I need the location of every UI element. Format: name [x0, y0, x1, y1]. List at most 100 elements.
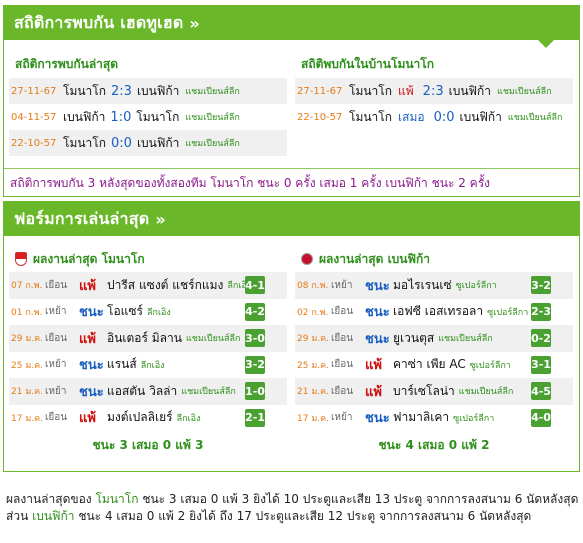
league-label: แชมเปียนส์ลีก [185, 87, 240, 97]
benfica-form-column: ผลงานล่าสุด เบนฟิก้า 08 ก.พ. เหย้า ชนะ มอไร… [295, 246, 573, 459]
score-badge[interactable]: 4-5 [531, 382, 551, 401]
match-outcome: แพ้ [365, 358, 382, 374]
team-link-benfica[interactable]: เบนฟิก้า [32, 509, 74, 523]
away-team[interactable]: เบนฟิก้า [449, 82, 491, 101]
h2h-header[interactable]: สถิติการพบกัน เฮดทูเฮด » [4, 6, 579, 48]
benfica-form-label: ผลงานล่าสุด เบนฟิก้า [319, 251, 430, 266]
opponent-team[interactable]: ยูเวนตุส [393, 329, 434, 348]
h2h-home-row[interactable]: 27-11-67 โมนาโก แพ้ 2:3 เบนฟิก้า แชมเปียนส์ลี… [295, 78, 573, 104]
h2h-recent-title: สถิติการพบกันล่าสุด [15, 56, 119, 71]
opponent-team[interactable]: แรนส์ [107, 355, 137, 374]
away-team[interactable]: เบนฟิก้า [137, 134, 179, 153]
h2h-home-title: สถิติพบกันในบ้านโมนาโก [301, 56, 435, 71]
opponent-team[interactable]: เอฟซี เอสเทรอลา [393, 302, 483, 321]
home-team[interactable]: เบนฟิก้า [63, 108, 105, 127]
opponent-team[interactable]: ปารีส แซงต์ แชร์กแมง [107, 276, 223, 295]
monaco-crest-icon [15, 252, 27, 266]
form-match-row[interactable]: 07 ก.พ. เยือน แพ้ ปารีส แซงต์ แชร์กแมง ลีกเอ… [9, 272, 287, 299]
h2h-panel: สถิติการพบกัน เฮดทูเฮด » สถิติการพบกันล่… [3, 5, 580, 197]
match-venue: เยือน [331, 385, 354, 397]
form-match-row[interactable]: 02 ก.พ. เยือน ชนะ เอฟซี เอสเทรอลา ซูเปอร์ลีก… [295, 299, 573, 326]
match-score[interactable]: 0:0 [434, 110, 455, 125]
away-team[interactable]: เบนฟิก้า [459, 108, 501, 127]
home-team[interactable]: โมนาโก [63, 82, 106, 101]
match-outcome: แพ้ [365, 384, 382, 400]
form-match-row[interactable]: 21 ม.ค. เยือน แพ้ บาร์เซโลน่า แชมเปียนส์ลีก 4… [295, 378, 573, 405]
opponent-team[interactable]: คาซ่า เพีย AC [393, 355, 466, 374]
form-match-row[interactable]: 29 ม.ค. เยือน แพ้ อินเตอร์ มิลาน แชมเปียนส์ล… [9, 325, 287, 352]
h2h-match-row[interactable]: 27-11-67 โมนาโก 2:3 เบนฟิก้า แชมเปียนส์ลีก [9, 78, 287, 104]
opponent-team[interactable]: มงต์เปลลิเยร์ [107, 408, 173, 427]
monaco-form-label: ผลงานล่าสุด โมนาโก [33, 251, 145, 266]
form-match-row[interactable]: 17 ม.ค. เยือน แพ้ มงต์เปลลิเยร์ ลีกเอิง 2-1 [9, 405, 287, 432]
match-date: 27-11-67 [11, 85, 57, 97]
match-date: 29 ม.ค. [297, 334, 329, 345]
opponent-team[interactable]: บาร์เซโลน่า [393, 382, 455, 401]
score-badge[interactable]: 3-2 [245, 355, 265, 374]
league-label: แชมเปียนส์ลีก [438, 334, 493, 345]
form-match-row[interactable]: 29 ม.ค. เยือน ชนะ ยูเวนตุส แชมเปียนส์ลีก 0-2 [295, 325, 573, 352]
opponent-team[interactable]: ฟามาลิเคา [393, 408, 449, 427]
score-badge[interactable]: 2-3 [531, 302, 551, 321]
match-venue: เหย้า [45, 359, 67, 371]
h2h-match-row[interactable]: 22-10-57 โมนาโก 0:0 เบนฟิก้า แชมเปียนส์ลีก [9, 130, 287, 156]
match-score[interactable]: 2:3 [423, 84, 444, 99]
away-team[interactable]: เบนฟิก้า [137, 82, 179, 101]
score-badge[interactable]: 2-1 [245, 408, 265, 427]
score-badge[interactable]: 4-0 [531, 408, 551, 427]
form-match-row[interactable]: 25 ม.ค. เยือน แพ้ คาซ่า เพีย AC ซูเปอร์ลีกา 3… [295, 352, 573, 379]
score-badge[interactable]: 3-2 [531, 276, 551, 295]
score-badge[interactable]: 1-0 [245, 382, 265, 401]
score-badge[interactable]: 4-2 [245, 302, 265, 321]
form-title: ฟอร์มการเล่นล่าสุด [14, 208, 150, 228]
away-team[interactable]: โมนาโก [136, 108, 179, 127]
form-match-row[interactable]: 01 ก.พ. เหย้า ชนะ โอแซร์ ลีกเอิง 4-2 [9, 299, 287, 326]
match-outcome: ชนะ [365, 305, 390, 321]
match-score[interactable]: 0:0 [111, 136, 132, 151]
match-date: 08 ก.พ. [297, 281, 329, 292]
monaco-form-column: ผลงานล่าสุด โมนาโก 07 ก.พ. เยือน แพ้ ปารีส … [9, 246, 287, 459]
h2h-match-row[interactable]: 04-11-57 เบนฟิก้า 1:0 โมนาโก แชมเปียนส์ลีก [9, 104, 287, 130]
match-score[interactable]: 1:0 [110, 110, 131, 125]
score-badge[interactable]: 0-2 [531, 329, 551, 348]
team-link-monaco[interactable]: โมนาโก [95, 492, 138, 506]
home-team[interactable]: โมนาโก [63, 134, 106, 153]
benfica-form-title: ผลงานล่าสุด เบนฟิก้า [295, 246, 573, 272]
match-score[interactable]: 2:3 [111, 84, 132, 99]
match-outcome: ชนะ [79, 358, 104, 374]
league-label: แชมเปียนส์ลีก [181, 387, 236, 398]
match-outcome: ชนะ [365, 411, 390, 427]
match-date: 22-10-57 [11, 137, 57, 149]
league-label: แชมเปียนส์ลีก [185, 139, 240, 149]
footer-text: ชนะ 4 เสมอ 0 แพ้ 2 ยิงได้ ถึง 17 ประตูแล… [74, 509, 532, 523]
match-date: 17 ม.ค. [11, 413, 43, 424]
match-venue: เหย้า [331, 412, 353, 424]
home-team[interactable]: โมนาโก [349, 108, 392, 127]
benfica-form-summary: ชนะ 4 เสมอ 0 แพ้ 2 [378, 437, 490, 452]
form-match-row[interactable]: 17 ม.ค. เหย้า ชนะ ฟามาลิเคา ซูเปอร์ลีกา 4-0 [295, 405, 573, 432]
match-venue: เยือน [45, 412, 68, 424]
match-outcome: แพ้ [79, 331, 96, 347]
match-date: 17 ม.ค. [297, 413, 329, 424]
form-match-row[interactable]: 21 ม.ค. เหย้า ชนะ แอสตัน วิลล่า แชมเปียนส์ลี… [9, 378, 287, 405]
h2h-home-row[interactable]: 22-10-57 โมนาโก เสมอ 0:0 เบนฟิก้า แชมเปียนส์ล… [295, 104, 573, 130]
form-header[interactable]: ฟอร์มการเล่นล่าสุด » [4, 202, 579, 236]
h2h-home-column: สถิติพบกันในบ้านโมนาโก 27-11-67 โมนาโก แพ้… [295, 50, 573, 130]
form-panel: ฟอร์มการเล่นล่าสุด » ผลงานล่าสุด โมนาโก … [3, 201, 580, 472]
score-badge[interactable]: 3-0 [245, 329, 265, 348]
opponent-team[interactable]: มอไรเรนเซ่ [393, 276, 452, 295]
opponent-team[interactable]: อินเตอร์ มิลาน [107, 329, 182, 348]
score-badge[interactable]: 3-1 [531, 355, 551, 374]
match-date: 27-11-67 [297, 85, 343, 97]
league-label: ซูเปอร์ลีกา [469, 360, 511, 371]
home-team[interactable]: โมนาโก [349, 82, 392, 101]
form-match-row[interactable]: 25 ม.ค. เหย้า ชนะ แรนส์ ลีกเอิง 3-2 [9, 352, 287, 379]
league-label: ลีกเอิง [140, 360, 165, 371]
form-match-row[interactable]: 08 ก.พ. เหย้า ชนะ มอไรเรนเซ่ ซูเปอร์ลีกา 3-2 [295, 272, 573, 299]
match-result: แพ้ [398, 83, 414, 98]
score-badge[interactable]: 4-1 [245, 276, 265, 295]
footer-text: ผลงานล่าสุดของ [6, 492, 96, 506]
opponent-team[interactable]: โอแซร์ [107, 302, 143, 321]
opponent-team[interactable]: แอสตัน วิลล่า [107, 382, 177, 401]
league-label: ลีกเอิง [146, 307, 171, 318]
